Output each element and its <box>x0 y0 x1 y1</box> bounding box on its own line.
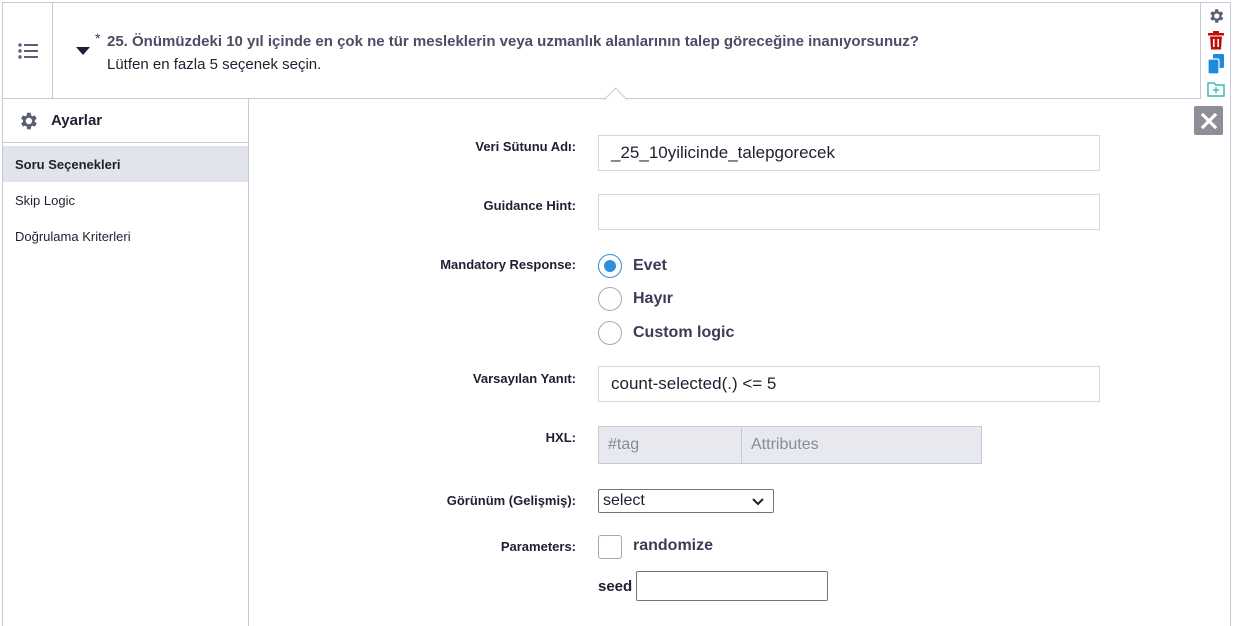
question-header: * 25. Önümüzdeki 10 yıl içinde en çok ne… <box>3 3 1230 99</box>
data-column-input[interactable]: _25_10yilicinde_talepgorecek <box>598 135 1100 171</box>
required-marker: * <box>95 30 101 46</box>
drag-handle[interactable] <box>3 3 53 99</box>
hxl-label: HXL: <box>545 430 576 445</box>
settings-sidebar: Ayarlar Soru Seçenekleri Skip Logic Doğr… <box>3 99 249 626</box>
mandatory-option-custom[interactable]: Custom logic <box>598 321 734 345</box>
close-icon <box>1200 112 1217 129</box>
hxl-tag-input[interactable]: #tag <box>598 426 742 464</box>
question-toolbar <box>1200 3 1230 99</box>
default-answer-label: Varsayılan Yanıt: <box>472 371 576 386</box>
add-to-library-icon[interactable] <box>1206 79 1226 99</box>
appearance-select-value: select <box>603 492 645 509</box>
list-icon <box>17 43 38 59</box>
mandatory-option-label: Custom logic <box>633 324 735 341</box>
data-column-label: Veri Sütunu Adı: <box>475 139 576 154</box>
gear-icon <box>21 112 37 129</box>
hxl-attributes-input[interactable]: Attributes <box>741 426 982 464</box>
close-settings-button[interactable] <box>1194 106 1223 135</box>
parameters-label: Parameters: <box>500 539 576 554</box>
sidebar-item-validation-criteria[interactable]: Doğrulama Kriterleri <box>3 218 248 254</box>
guidance-hint-label: Guidance Hint: <box>483 198 576 213</box>
chevron-down-icon <box>752 498 764 506</box>
radio-unchecked[interactable] <box>598 287 622 311</box>
appearance-select[interactable]: select <box>598 489 774 513</box>
mandatory-option-label: Evet <box>633 257 667 274</box>
trash-icon[interactable] <box>1206 30 1226 50</box>
settings-header: Ayarlar <box>3 99 248 143</box>
mandatory-option-yes[interactable]: Evet <box>598 254 667 278</box>
seed-input[interactable] <box>636 571 828 601</box>
gear-icon[interactable] <box>1206 6 1226 26</box>
randomize-label: randomize <box>633 537 714 554</box>
settings-title: Ayarlar <box>51 112 103 129</box>
mandatory-response-label: Mandatory Response: <box>440 257 576 272</box>
mandatory-option-no[interactable]: Hayır <box>598 287 673 311</box>
default-answer-input[interactable]: count-selected(.) <= 5 <box>598 366 1100 402</box>
question-hint[interactable]: Lütfen en fazla 5 seçenek seçin. <box>107 56 321 73</box>
copy-icon[interactable] <box>1206 54 1226 74</box>
sidebar-item-skip-logic[interactable]: Skip Logic <box>3 182 248 218</box>
question-card: * 25. Önümüzdeki 10 yıl içinde en çok ne… <box>2 2 1231 626</box>
mandatory-option-label: Hayır <box>633 290 674 307</box>
appearance-label: Görünüm (Gelişmiş): <box>446 493 576 508</box>
radio-unchecked[interactable] <box>598 321 622 345</box>
collapse-caret-icon[interactable] <box>76 47 90 55</box>
seed-label: seed <box>598 578 633 595</box>
randomize-checkbox[interactable] <box>598 535 622 559</box>
question-label[interactable]: 25. Önümüzdeki 10 yıl içinde en çok ne t… <box>107 33 919 50</box>
guidance-hint-input[interactable] <box>598 194 1100 230</box>
sidebar-item-question-options[interactable]: Soru Seçenekleri <box>3 146 248 182</box>
radio-checked[interactable] <box>598 254 622 278</box>
